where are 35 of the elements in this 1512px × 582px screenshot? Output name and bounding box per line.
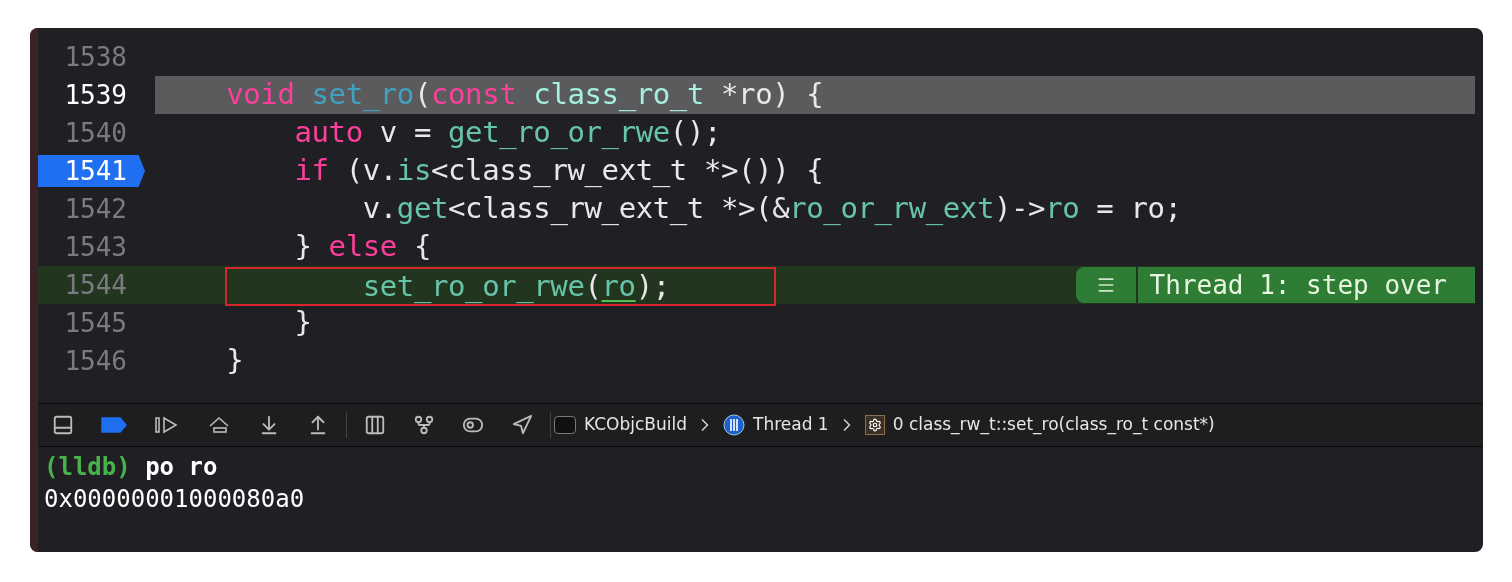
nodes-icon[interactable] <box>413 414 435 436</box>
terminal-icon <box>554 416 576 434</box>
code-line: } <box>226 343 244 378</box>
step-over-icon[interactable] <box>207 414 231 436</box>
panel-icon[interactable] <box>52 414 74 436</box>
code-line: } <box>294 305 312 340</box>
breadcrumb-item[interactable]: Thread 1 <box>753 412 829 438</box>
line-number: 1543 <box>64 230 127 264</box>
thread-badge: Thread 1: step over <box>1137 267 1475 303</box>
line-number: 1545 <box>64 306 127 340</box>
line-number: 1538 <box>64 40 127 74</box>
pause-play-icon[interactable] <box>154 415 180 435</box>
location-icon[interactable] <box>511 414 533 436</box>
code-line: v.get<class_rw_ext_t *>(&ro_or_rw_ext)->ro = ro; <box>362 191 1182 226</box>
line-number: 1539 <box>64 78 127 112</box>
code-line: } else { <box>294 229 431 264</box>
console-command: po ro <box>145 453 218 481</box>
breakpoint-icon[interactable] <box>101 417 127 433</box>
console-output: 0x00000001000080a0 <box>44 484 305 515</box>
line-number: 1546 <box>64 344 127 378</box>
code-line: if (v.is<class_rw_ext_t *>()) { <box>294 153 824 188</box>
code-line: void set_ro(const class_ro_t *ro) { <box>226 77 824 112</box>
breakpoint-marker[interactable]: 1541 <box>38 155 145 187</box>
thread-icon <box>723 414 745 436</box>
columns-icon[interactable] <box>364 414 386 436</box>
console-prompt: (lldb) <box>44 453 131 481</box>
code-line: set_ro_or_rwe(ro); <box>362 267 670 305</box>
breadcrumb-item[interactable]: 0 class_rw_t::set_ro(class_ro_t const*) <box>892 412 1215 438</box>
line-number: 1540 <box>64 116 127 150</box>
gear-icon <box>864 415 885 435</box>
line-number: 1542 <box>64 192 127 226</box>
line-number: 1544 <box>64 268 127 302</box>
menu-button[interactable] <box>1075 267 1136 303</box>
breadcrumb-item[interactable]: KCObjcBuild <box>584 412 687 438</box>
code-line: auto v = get_ro_or_rwe(); <box>294 115 721 150</box>
